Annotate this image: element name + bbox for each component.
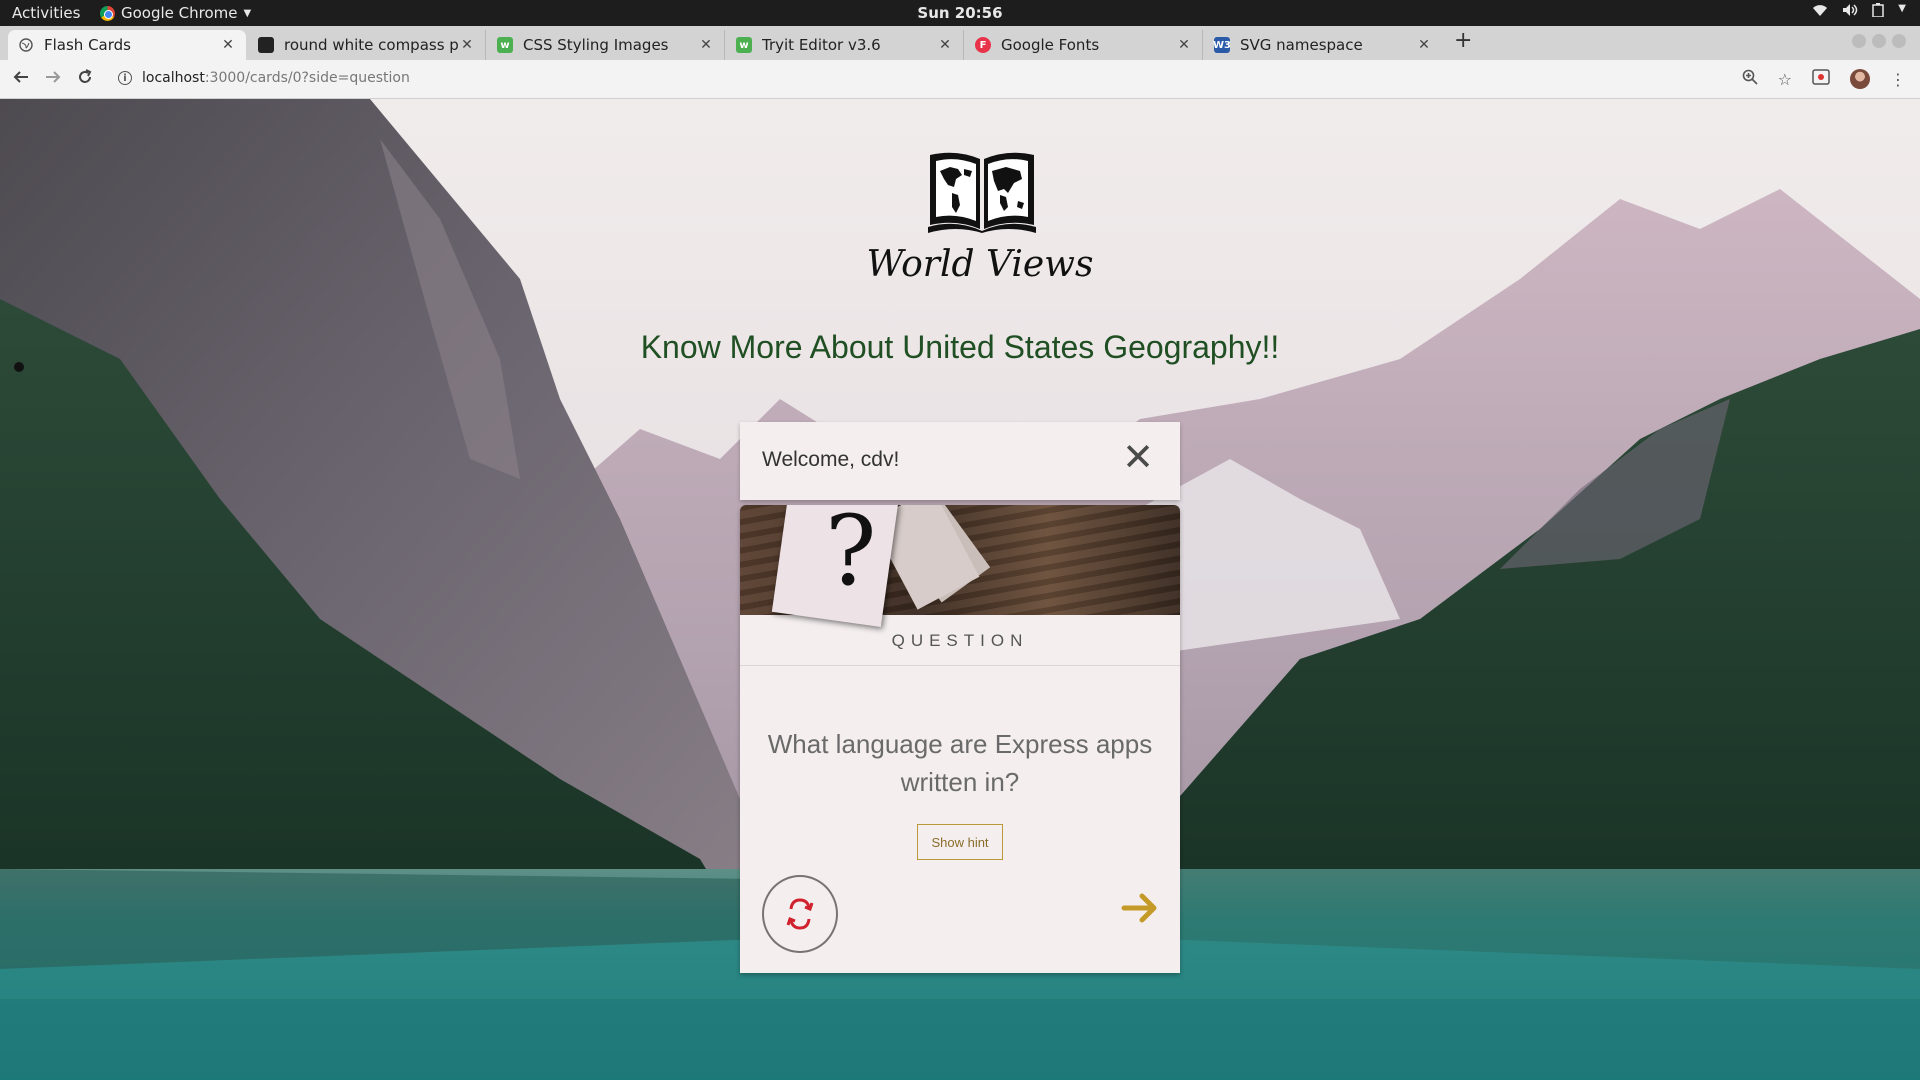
chrome-icon xyxy=(100,5,115,21)
close-tab-icon[interactable]: ✕ xyxy=(698,37,714,53)
url-host: localhost xyxy=(142,70,205,86)
close-tab-icon[interactable]: ✕ xyxy=(1176,37,1192,53)
caret-down-icon[interactable]: ▼ xyxy=(1898,3,1906,21)
globe-icon xyxy=(18,37,34,53)
divider xyxy=(740,665,1180,666)
menu-kebab-icon[interactable]: ⋮ xyxy=(1890,70,1906,89)
tab-tryit-editor[interactable]: w Tryit Editor v3.6 ✕ xyxy=(726,30,964,60)
tab-google-fonts[interactable]: F Google Fonts ✕ xyxy=(965,30,1203,60)
welcome-message: Welcome, cdv! xyxy=(762,448,900,471)
flip-refresh-icon xyxy=(786,898,814,930)
zoom-icon[interactable] xyxy=(1742,69,1758,89)
tab-title: Tryit Editor v3.6 xyxy=(762,36,881,54)
caret-down-icon: ▼ xyxy=(243,7,252,19)
w3schools-icon: w xyxy=(497,37,513,53)
minimize-button[interactable] xyxy=(1852,34,1866,48)
tab-strip: Flash Cards ✕ round white compass pho ✕ … xyxy=(0,26,1920,60)
unsplash-icon xyxy=(258,37,274,53)
volume-icon[interactable] xyxy=(1842,3,1858,21)
tab-title: Flash Cards xyxy=(44,36,131,54)
app-menu[interactable]: Google Chrome ▼ xyxy=(100,4,251,22)
question-banner-image: ? xyxy=(740,505,1180,628)
new-tab-button[interactable]: + xyxy=(1454,28,1472,53)
browser-toolbar: i localhost:3000/cards/0?side=question ☆… xyxy=(0,60,1920,99)
close-tab-icon[interactable]: ✕ xyxy=(459,37,475,53)
w3schools-icon: w xyxy=(736,37,752,53)
wifi-icon[interactable] xyxy=(1812,3,1828,21)
question-text: What language are Express apps written i… xyxy=(767,729,1153,797)
close-tab-icon[interactable]: ✕ xyxy=(220,37,236,53)
next-arrow-icon[interactable] xyxy=(1120,888,1160,928)
screen-capture-icon[interactable] xyxy=(1812,69,1830,89)
system-top-bar: Activities Google Chrome ▼ Sun 20:56 ▼ xyxy=(0,0,1920,26)
tab-svg-namespace[interactable]: W3 SVG namespace ✕ xyxy=(1204,30,1442,60)
book-globe-logo-icon xyxy=(928,152,1036,233)
battery-icon[interactable] xyxy=(1872,3,1885,21)
tab-title: round white compass pho xyxy=(284,36,459,54)
url-path: :3000/cards/0?side=question xyxy=(204,70,410,86)
card-side-label: QUESTION xyxy=(891,631,1029,650)
flip-card-button[interactable] xyxy=(762,875,838,953)
activities-button[interactable]: Activities xyxy=(12,4,80,22)
address-bar[interactable]: i localhost:3000/cards/0?side=question xyxy=(118,70,410,86)
page-viewport: World Views Know More About United State… xyxy=(0,99,1920,1080)
bookmark-star-icon[interactable]: ☆ xyxy=(1778,70,1792,89)
tab-title: CSS Styling Images xyxy=(523,36,669,54)
app-menu-label: Google Chrome xyxy=(121,4,238,22)
w3c-icon: W3 xyxy=(1213,37,1231,53)
toolbar-actions: ☆ ⋮ xyxy=(1742,69,1906,89)
google-fonts-icon: F xyxy=(975,37,991,53)
tab-flash-cards[interactable]: Flash Cards ✕ xyxy=(8,30,246,60)
tab-compass-photo[interactable]: round white compass pho ✕ xyxy=(248,30,486,60)
close-tab-icon[interactable]: ✕ xyxy=(937,37,953,53)
window-controls xyxy=(1852,34,1906,48)
close-tab-icon[interactable]: ✕ xyxy=(1416,37,1432,53)
close-window-button[interactable] xyxy=(1892,34,1906,48)
system-tray[interactable]: ▼ xyxy=(1812,3,1906,21)
maximize-button[interactable] xyxy=(1872,34,1886,48)
clock[interactable]: Sun 20:56 xyxy=(0,4,1920,22)
question-mark-glyph: ? xyxy=(825,505,877,607)
tab-title: Google Fonts xyxy=(1001,36,1100,54)
brand-title: World Views xyxy=(866,244,1094,285)
welcome-panel: Welcome, cdv! ✕ xyxy=(740,422,1180,500)
tab-title: SVG namespace xyxy=(1240,36,1363,54)
back-button[interactable] xyxy=(12,68,30,91)
close-icon[interactable]: ✕ xyxy=(1122,438,1154,476)
tab-css-styling-images[interactable]: w CSS Styling Images ✕ xyxy=(487,30,725,60)
page-headline: Know More About United States Geography!… xyxy=(640,329,1280,365)
show-hint-button[interactable]: Show hint xyxy=(917,824,1003,860)
forward-button[interactable] xyxy=(44,68,62,91)
reload-button[interactable] xyxy=(76,68,94,91)
profile-avatar[interactable] xyxy=(1850,69,1870,89)
flash-card: ? QUESTION What language are Express app… xyxy=(740,505,1180,973)
info-icon[interactable]: i xyxy=(118,71,132,85)
